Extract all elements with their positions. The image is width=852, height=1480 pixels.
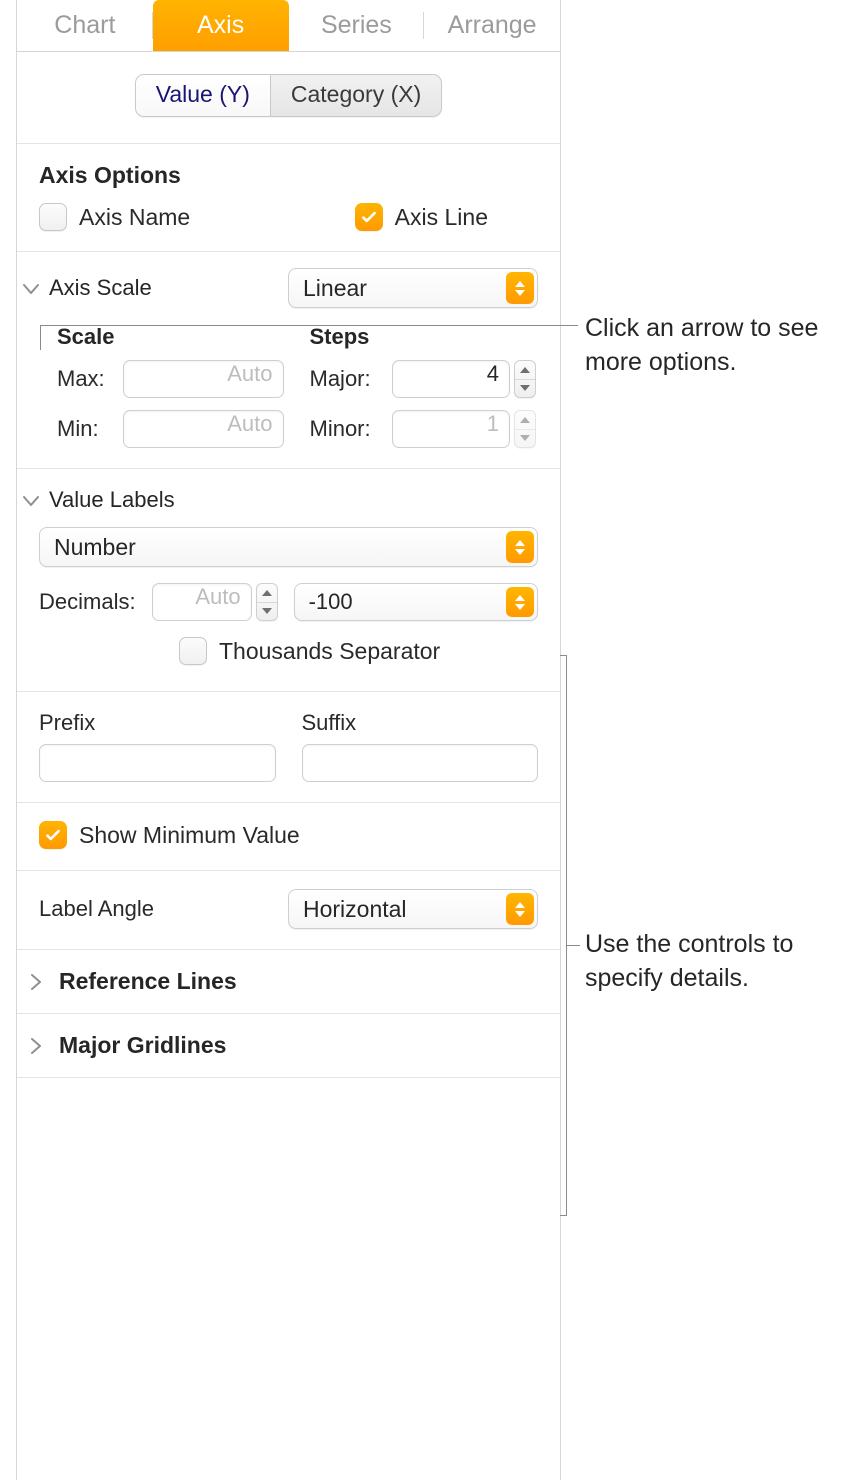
axis-name-label: Axis Name <box>79 204 190 231</box>
axis-scale-popup[interactable]: Linear <box>288 268 538 308</box>
axis-scale-title: Axis Scale <box>49 275 152 301</box>
chevron-right-icon <box>25 974 47 990</box>
thousands-separator-checkbox[interactable]: Thousands Separator <box>179 637 440 665</box>
annotation-leader <box>40 325 578 326</box>
thousands-separator-label: Thousands Separator <box>219 638 440 665</box>
value-labels-disclosure[interactable]: Value Labels <box>23 487 538 513</box>
steps-major-stepper[interactable] <box>514 360 536 398</box>
suffix-input[interactable] <box>302 744 539 782</box>
annotation-bracket <box>566 655 567 1215</box>
scale-min-label: Min: <box>57 416 123 442</box>
value-labels-title: Value Labels <box>49 487 175 513</box>
scale-min-input[interactable]: Auto <box>123 410 284 448</box>
axis-scale-disclosure[interactable]: Axis Scale <box>23 275 152 301</box>
axis-options-heading: Axis Options <box>39 162 538 189</box>
scale-max-input[interactable]: Auto <box>123 360 284 398</box>
major-gridlines-title: Major Gridlines <box>59 1032 226 1059</box>
popup-knob-icon <box>506 587 534 617</box>
prefix-label: Prefix <box>39 710 276 736</box>
axis-name-checkbox[interactable]: Axis Name <box>39 203 190 231</box>
axis-segmented-control: Value (Y) Category (X) <box>135 74 443 117</box>
decimals-label: Decimals: <box>39 589 136 615</box>
negative-format-popup[interactable]: -100 <box>294 583 538 621</box>
annotation-bracket <box>566 945 580 946</box>
negative-format-value: -100 <box>309 589 353 615</box>
steps-minor-input[interactable]: 1 <box>392 410 511 448</box>
popup-knob-icon <box>506 272 534 304</box>
label-angle-popup[interactable]: Horizontal <box>288 889 538 929</box>
steps-minor-label: Minor: <box>310 416 392 442</box>
annotation-leader <box>40 325 41 350</box>
axis-scale-popup-value: Linear <box>303 275 367 302</box>
popup-knob-icon <box>506 531 534 563</box>
prefix-input[interactable] <box>39 744 276 782</box>
steps-major-label: Major: <box>310 366 392 392</box>
decimals-stepper[interactable] <box>256 583 278 621</box>
label-angle-label: Label Angle <box>39 896 154 922</box>
chevron-down-icon <box>23 487 39 513</box>
chevron-right-icon <box>25 1038 47 1054</box>
segment-value-y[interactable]: Value (Y) <box>136 75 270 116</box>
show-minimum-value-checkbox[interactable]: Show Minimum Value <box>39 821 300 849</box>
tab-arrange[interactable]: Arrange <box>424 0 560 51</box>
reference-lines-disclosure[interactable]: Reference Lines <box>17 950 560 1014</box>
value-labels-format-popup[interactable]: Number <box>39 527 538 567</box>
axis-line-checkbox[interactable]: Axis Line <box>355 203 488 231</box>
tab-series[interactable]: Series <box>289 0 425 51</box>
value-labels-format-value: Number <box>54 534 136 561</box>
axis-line-label: Axis Line <box>395 204 488 231</box>
scale-heading: Scale <box>57 324 284 350</box>
show-minimum-value-label: Show Minimum Value <box>79 822 300 849</box>
steps-minor-stepper[interactable] <box>514 410 536 448</box>
annotation-bracket <box>560 655 567 656</box>
suffix-label: Suffix <box>302 710 539 736</box>
major-gridlines-disclosure[interactable]: Major Gridlines <box>17 1014 560 1078</box>
decimals-input[interactable]: Auto <box>152 583 252 621</box>
chevron-down-icon <box>23 275 39 301</box>
steps-major-input[interactable]: 4 <box>392 360 511 398</box>
annotation-text: Click an arrow to see more options. <box>585 312 852 380</box>
tab-chart[interactable]: Chart <box>17 0 153 51</box>
popup-knob-icon <box>506 893 534 925</box>
label-angle-value: Horizontal <box>303 896 407 923</box>
steps-heading: Steps <box>310 324 537 350</box>
annotation-bracket <box>560 1215 567 1216</box>
reference-lines-title: Reference Lines <box>59 968 237 995</box>
scale-max-label: Max: <box>57 366 123 392</box>
tab-axis[interactable]: Axis <box>153 0 289 51</box>
annotation-text: Use the controls to specify details. <box>585 928 852 996</box>
segment-category-x[interactable]: Category (X) <box>270 75 441 116</box>
